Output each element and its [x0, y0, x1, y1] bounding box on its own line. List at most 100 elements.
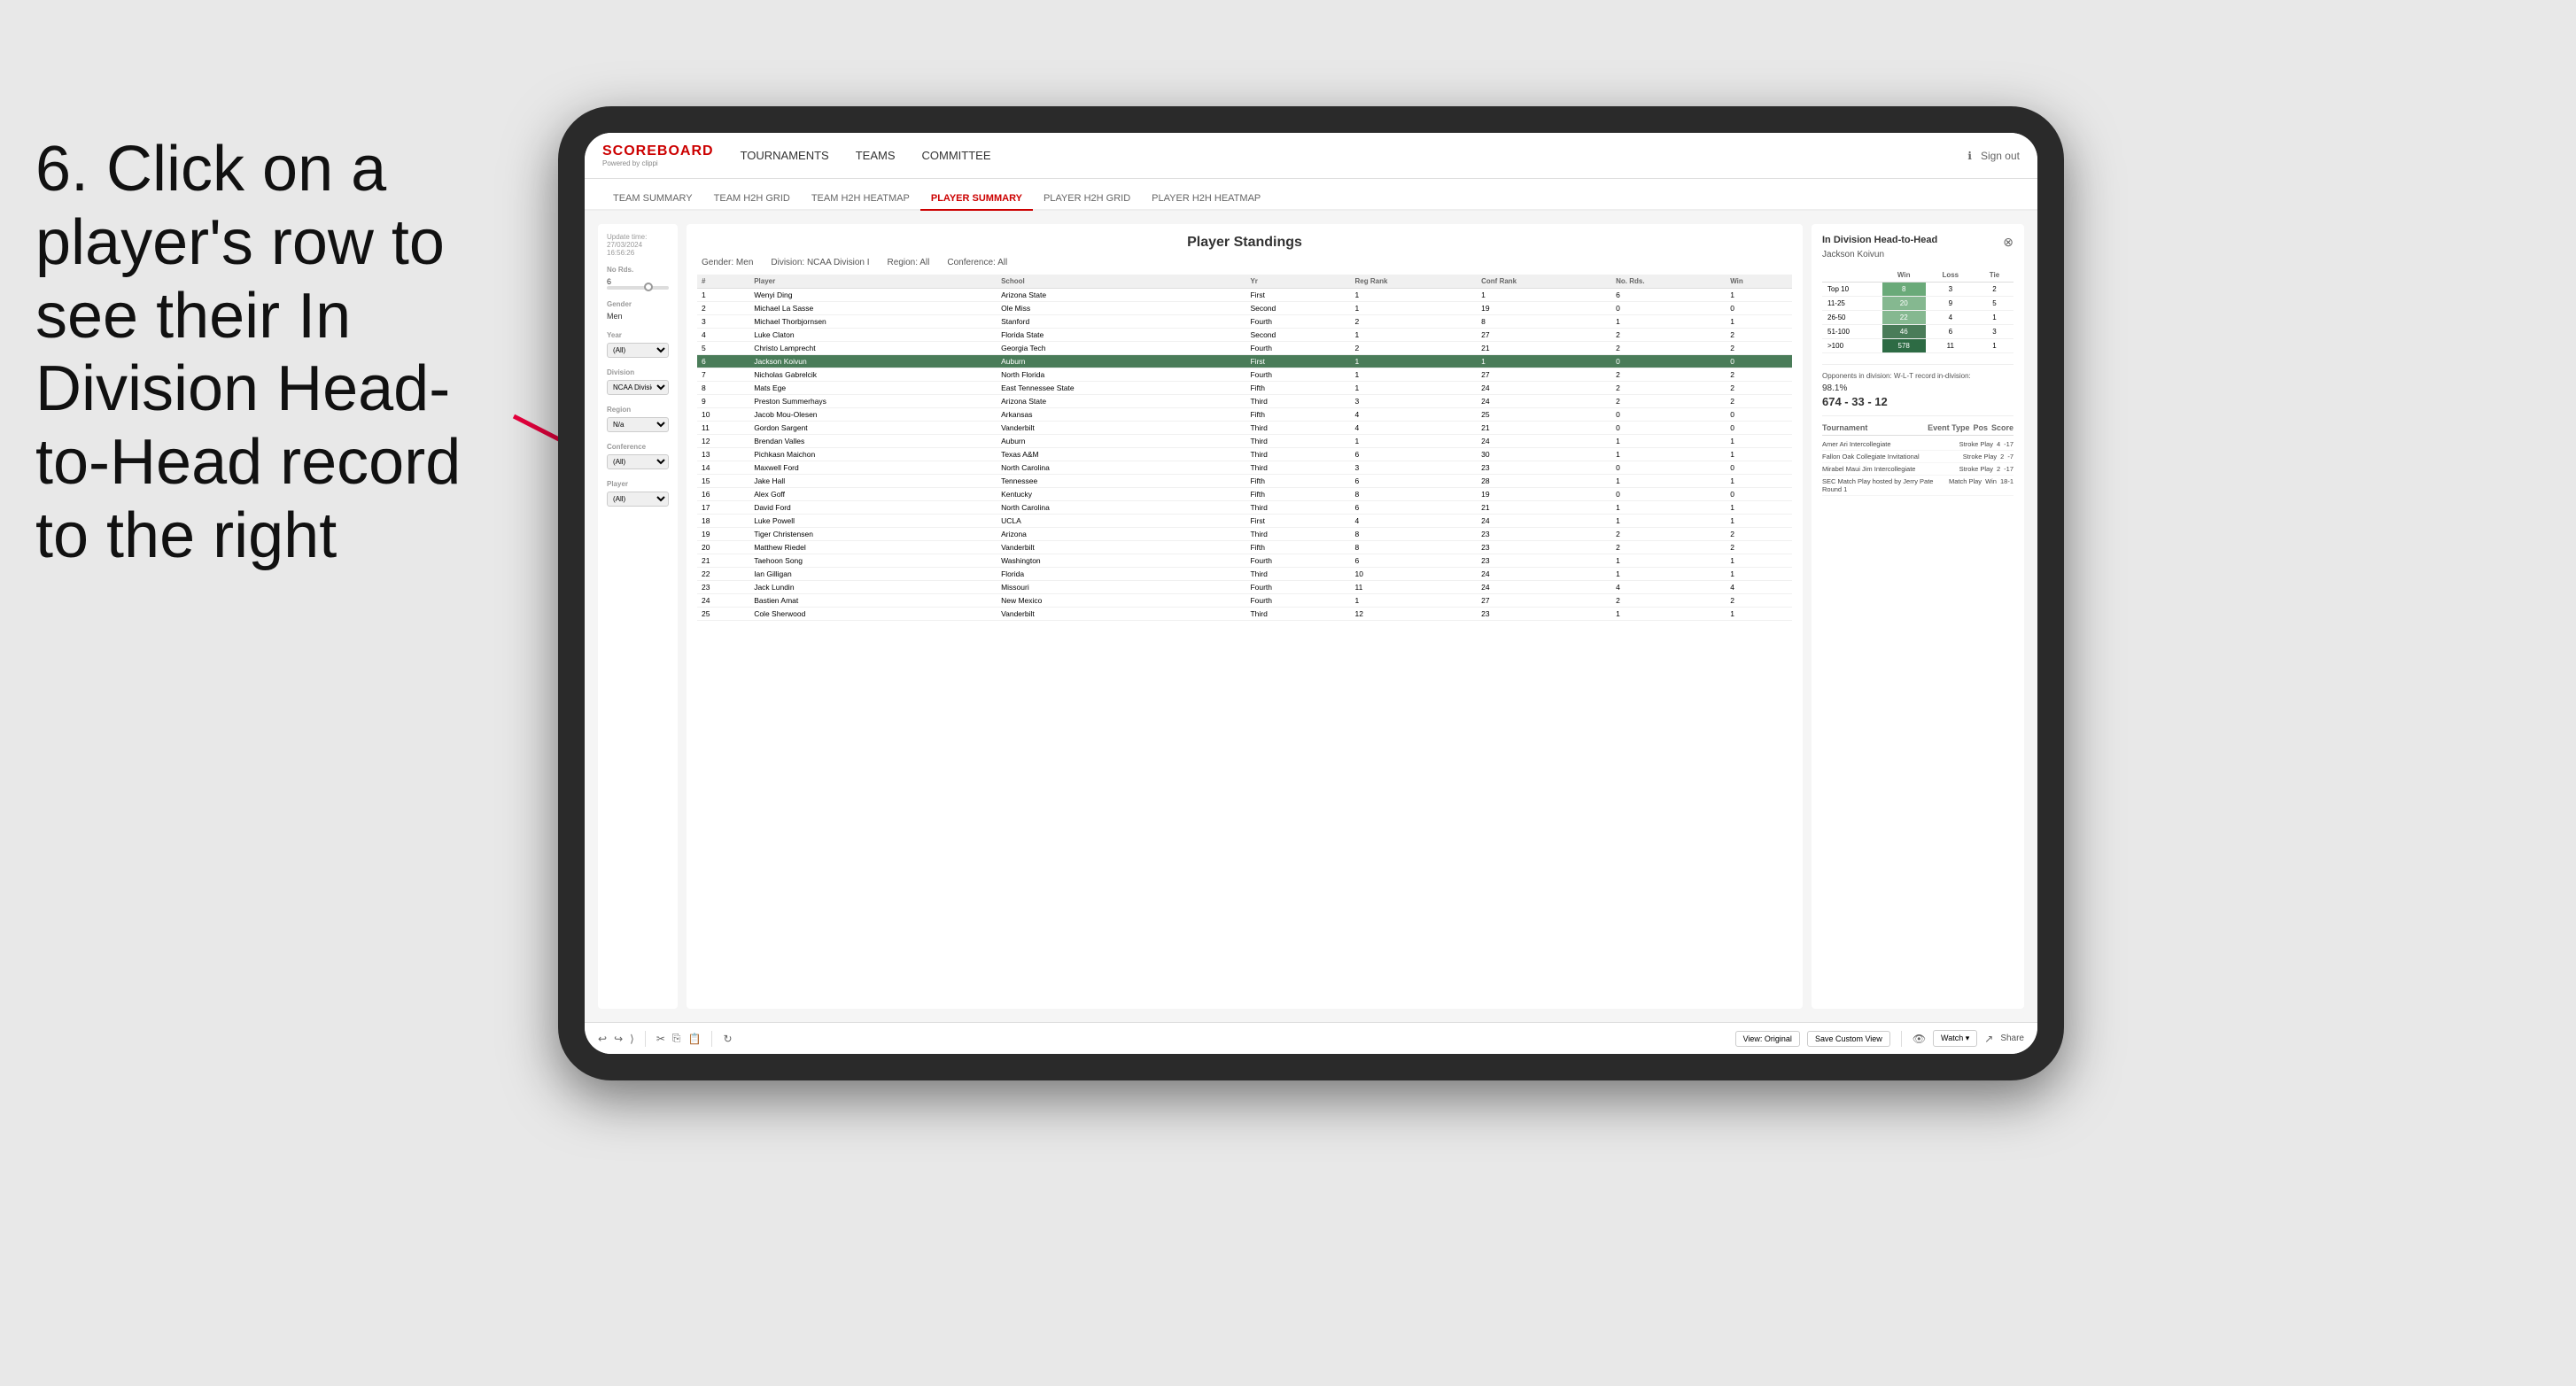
standings-title: Player Standings	[697, 235, 1792, 251]
table-row[interactable]: 9 Preston Summerhays Arizona State Third…	[697, 395, 1792, 408]
col-win: Win	[1726, 275, 1792, 289]
h2h-col-win: Win	[1882, 268, 1926, 283]
table-row[interactable]: 14 Maxwell Ford North Carolina Third 3 2…	[697, 461, 1792, 475]
filter-division: Division: NCAA Division I	[771, 258, 869, 267]
h2h-tournament-row: Mirabel Maui Jim Intercollegiate Stroke …	[1822, 463, 2013, 476]
h2h-pct: 98.1%	[1822, 383, 2013, 393]
standings-header: Player Standings	[697, 235, 1792, 251]
forward-icon[interactable]: ⟩	[630, 1033, 634, 1045]
toolbar-separator-2	[711, 1031, 712, 1047]
h2h-wlt: 674 - 33 - 12	[1822, 395, 2013, 408]
filter-region: Region: All	[888, 258, 930, 267]
nav-tournaments[interactable]: TOURNAMENTS	[741, 144, 829, 166]
tab-team-summary[interactable]: TEAM SUMMARY	[602, 188, 703, 211]
table-row[interactable]: 5 Christo Lamprecht Georgia Tech Fourth …	[697, 342, 1792, 355]
gender-section: Gender Men	[607, 300, 669, 321]
table-row[interactable]: 3 Michael Thorbjornsen Stanford Fourth 2…	[697, 315, 1792, 329]
division-section: Division NCAA Division I	[607, 368, 669, 395]
paste-icon[interactable]: 📋	[687, 1033, 701, 1045]
instruction-text: 6. Click on a player's row to see their …	[0, 115, 514, 591]
table-row[interactable]: 13 Pichkasn Maichon Texas A&M Third 6 30…	[697, 448, 1792, 461]
h2h-title: In Division Head-to-Head	[1822, 235, 1937, 245]
division-select[interactable]: NCAA Division I	[607, 380, 669, 395]
table-row[interactable]: 1 Wenyi Ding Arizona State First 1 1 6 1	[697, 289, 1792, 302]
h2h-table-row: >100 578 11 1	[1822, 339, 2013, 353]
redo-icon[interactable]: ↪	[614, 1033, 623, 1045]
table-row[interactable]: 20 Matthew Riedel Vanderbilt Fifth 8 23 …	[697, 541, 1792, 554]
h2h-table-row: 26-50 22 4 1	[1822, 311, 2013, 325]
scissors-icon[interactable]: ✂	[656, 1033, 665, 1045]
conference-select[interactable]: (All)	[607, 454, 669, 469]
col-reg-rank: Reg Rank	[1351, 275, 1478, 289]
share-icon[interactable]: ↗	[1984, 1033, 1993, 1045]
table-row[interactable]: 21 Taehoon Song Washington Fourth 6 23 1…	[697, 554, 1792, 568]
standings-table-head: # Player School Yr Reg Rank Conf Rank No…	[697, 275, 1792, 289]
player-select[interactable]: (All)	[607, 492, 669, 507]
tablet-frame: SCOREBOARD Powered by clippi TOURNAMENTS…	[558, 106, 2064, 1080]
sign-out-link[interactable]: Sign out	[1981, 150, 2020, 162]
logo-title: SCOREBOARD	[602, 143, 714, 159]
tab-team-h2h-heatmap[interactable]: TEAM H2H HEATMAP	[801, 188, 920, 211]
table-row[interactable]: 22 Ian Gilligan Florida Third 10 24 1 1	[697, 568, 1792, 581]
sidebar: Update time: 27/03/2024 16:56:26 No Rds.…	[598, 224, 678, 1009]
table-row[interactable]: 16 Alex Goff Kentucky Fifth 8 19 0 0	[697, 488, 1792, 501]
filter-row: Gender: Men Division: NCAA Division I Re…	[697, 258, 1792, 267]
nav-teams[interactable]: TEAMS	[856, 144, 896, 166]
no-rds-section: No Rds. 6	[607, 266, 669, 290]
col-player: Player	[749, 275, 997, 289]
table-row[interactable]: 12 Brendan Valles Auburn Third 1 24 1 1	[697, 435, 1792, 448]
h2h-close-button[interactable]: ⊗	[2003, 235, 2013, 250]
tab-player-h2h-grid[interactable]: PLAYER H2H GRID	[1033, 188, 1141, 211]
nav-committee[interactable]: COMMITTEE	[922, 144, 991, 166]
h2h-opponents-label: Opponents in division: W-L-T record in-d…	[1822, 372, 2013, 380]
table-row[interactable]: 18 Luke Powell UCLA First 4 24 1 1	[697, 515, 1792, 528]
table-row[interactable]: 15 Jake Hall Tennessee Fifth 6 28 1 1	[697, 475, 1792, 488]
copy-icon[interactable]: ⎘	[672, 1032, 681, 1045]
table-row[interactable]: 17 David Ford North Carolina Third 6 21 …	[697, 501, 1792, 515]
table-row[interactable]: 2 Michael La Sasse Ole Miss Second 1 19 …	[697, 302, 1792, 315]
h2h-table-row: 51-100 46 6 3	[1822, 325, 2013, 339]
table-row[interactable]: 19 Tiger Christensen Arizona Third 8 23 …	[697, 528, 1792, 541]
h2h-tournaments-list: Amer Ari Intercollegiate Stroke Play 4 -…	[1822, 438, 2013, 496]
h2h-panel: In Division Head-to-Head ⊗ Jackson Koivu…	[1812, 224, 2024, 1009]
col-school: School	[997, 275, 1245, 289]
logo-sub: Powered by clippi	[602, 159, 714, 167]
table-row[interactable]: 11 Gordon Sargent Vanderbilt Third 4 21 …	[697, 422, 1792, 435]
standings-table: # Player School Yr Reg Rank Conf Rank No…	[697, 275, 1792, 621]
conference-section: Conference (All)	[607, 443, 669, 469]
col-yr: Yr	[1245, 275, 1350, 289]
h2h-divider-2	[1822, 415, 2013, 416]
h2h-col-range	[1822, 268, 1882, 283]
save-custom-button[interactable]: Save Custom View	[1807, 1031, 1890, 1047]
table-row[interactable]: 6 Jackson Koivun Auburn First 1 1 0 0	[697, 355, 1792, 368]
table-row[interactable]: 10 Jacob Mou-Olesen Arkansas Fifth 4 25 …	[697, 408, 1792, 422]
year-select[interactable]: (All)	[607, 343, 669, 358]
h2h-col-tie: Tie	[1975, 268, 2013, 283]
no-rds-slider[interactable]	[607, 286, 669, 290]
tab-team-h2h-grid[interactable]: TEAM H2H GRID	[703, 188, 801, 211]
scoreboard-logo: SCOREBOARD Powered by clippi	[602, 143, 714, 167]
watch-button[interactable]: Watch ▾	[1933, 1030, 1977, 1047]
h2h-tournament-header: Tournament Event Type Pos Score	[1822, 423, 2013, 436]
main-content: Update time: 27/03/2024 16:56:26 No Rds.…	[585, 211, 2037, 1022]
table-row[interactable]: 4 Luke Claton Florida State Second 1 27 …	[697, 329, 1792, 342]
table-row[interactable]: 24 Bastien Amat New Mexico Fourth 1 27 2…	[697, 594, 1792, 608]
refresh-icon[interactable]: ↻	[723, 1033, 732, 1045]
undo-icon[interactable]: ↩	[598, 1033, 607, 1045]
h2h-table-row: 11-25 20 9 5	[1822, 297, 2013, 311]
table-row[interactable]: 23 Jack Lundin Missouri Fourth 11 24 4 4	[697, 581, 1792, 594]
region-select[interactable]: N/a	[607, 417, 669, 432]
filter-gender: Gender: Men	[702, 258, 753, 267]
table-row[interactable]: 25 Cole Sherwood Vanderbilt Third 12 23 …	[697, 608, 1792, 621]
share-label[interactable]: Share	[2000, 1034, 2024, 1043]
tab-player-h2h-heatmap[interactable]: PLAYER H2H HEATMAP	[1141, 188, 1271, 211]
h2h-tournament-row: Fallon Oak Collegiate Invitational Strok…	[1822, 451, 2013, 463]
table-row[interactable]: 8 Mats Ege East Tennessee State Fifth 1 …	[697, 382, 1792, 395]
view-original-button[interactable]: View: Original	[1735, 1031, 1800, 1047]
update-time: Update time: 27/03/2024 16:56:26	[607, 233, 669, 257]
table-row[interactable]: 7 Nicholas Gabrelcik North Florida Fourt…	[697, 368, 1792, 382]
tab-player-summary[interactable]: PLAYER SUMMARY	[920, 188, 1033, 211]
nav-right: ℹ Sign out	[1967, 150, 2020, 162]
watch-icon[interactable]: 👁	[1913, 1033, 1926, 1045]
h2h-tournament-row: Amer Ari Intercollegiate Stroke Play 4 -…	[1822, 438, 2013, 451]
